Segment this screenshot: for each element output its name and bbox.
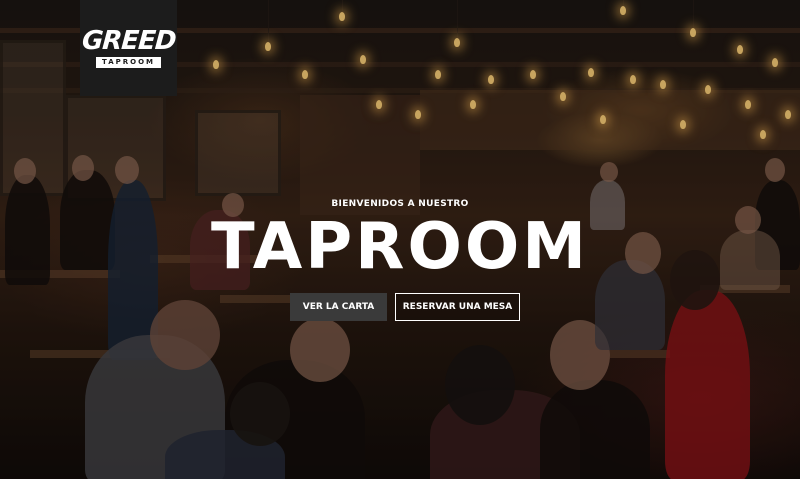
- logo-wordmark: GREED: [80, 26, 177, 56]
- hero-title: TAPROOM: [211, 210, 589, 284]
- view-menu-button[interactable]: VER LA CARTA: [290, 293, 387, 321]
- greed-taproom-logo[interactable]: GREED TAPROOM: [80, 0, 177, 96]
- hero-welcome-text: BIENVENIDOS A NUESTRO: [331, 199, 469, 209]
- logo-subtitle: TAPROOM: [95, 57, 162, 68]
- reserve-table-button[interactable]: RESERVAR UNA MESA: [395, 293, 520, 321]
